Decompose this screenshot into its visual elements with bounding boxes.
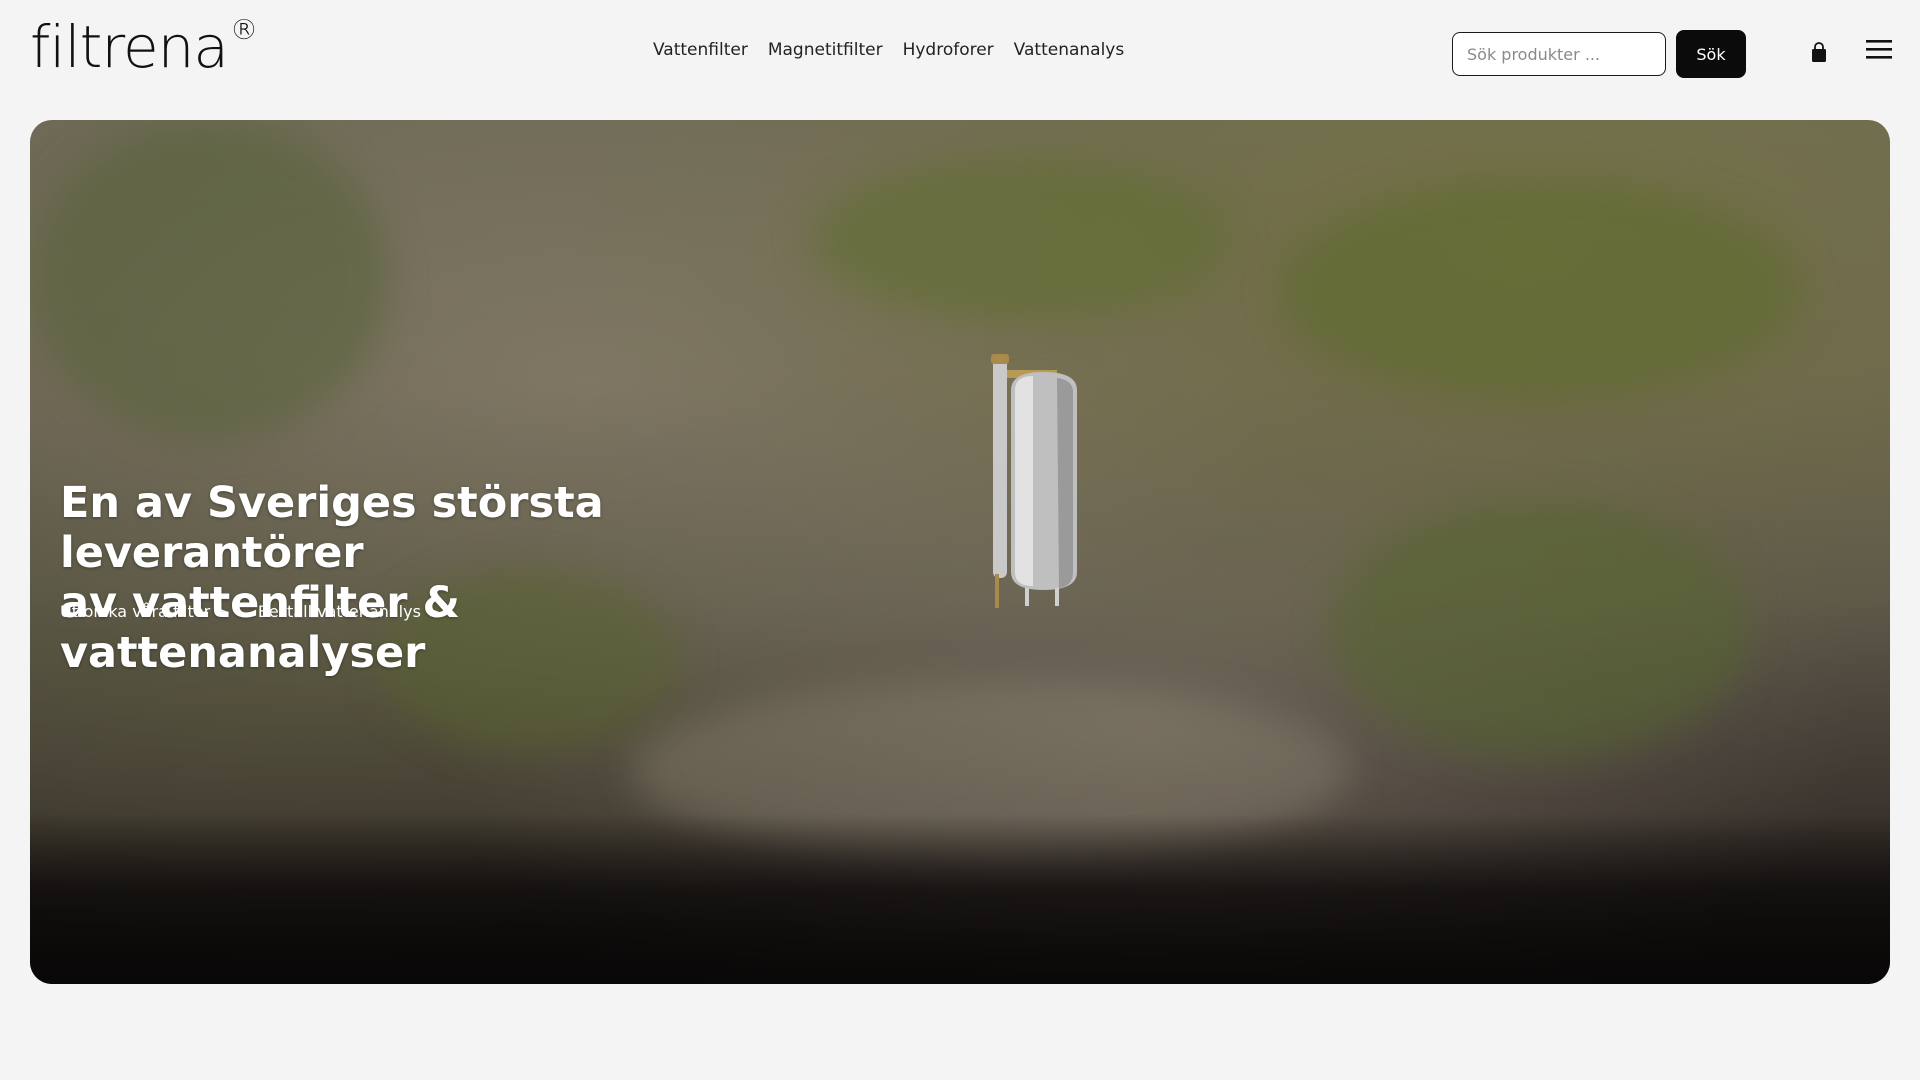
hero-links: Utforska våra filter > Beställ vattenanal… xyxy=(60,602,441,621)
hero-title-line2: av vattenfilter & vattenanalyser xyxy=(60,578,460,678)
order-water-analysis-link[interactable]: Beställ vattenanalys > xyxy=(258,602,441,621)
search-button[interactable]: Sök xyxy=(1676,30,1746,78)
hero-title-line1: En av Sveriges största leverantörer xyxy=(60,478,604,578)
chevron-right-icon: > xyxy=(428,605,441,621)
shopping-bag-icon[interactable] xyxy=(1810,42,1828,64)
nav-item-hydroforer[interactable]: Hydroforer xyxy=(903,40,994,60)
explore-filters-label: Utforska våra filter xyxy=(60,602,211,621)
logo-text: filtrena xyxy=(30,13,229,81)
filtrena-logo[interactable]: filtrena® xyxy=(30,16,258,77)
site-header: filtrena® Vattenfilter Magnetitfilter Hy… xyxy=(0,0,1920,120)
chevron-right-icon: > xyxy=(218,605,230,621)
hero-banner: En av Sveriges största leverantörer av v… xyxy=(30,120,1890,984)
registered-mark: ® xyxy=(229,13,258,46)
search-input[interactable] xyxy=(1452,32,1666,76)
nav-item-vattenanalys[interactable]: Vattenanalys xyxy=(1014,40,1125,60)
search-form: Sök xyxy=(1452,30,1746,78)
nav-item-vattenfilter[interactable]: Vattenfilter xyxy=(653,40,748,60)
nav-item-magnetitfilter[interactable]: Magnetitfilter xyxy=(768,40,883,60)
main-nav: Vattenfilter Magnetitfilter Hydroforer V… xyxy=(653,40,1124,60)
hero-background-texture xyxy=(1330,500,1750,760)
hero-background-texture xyxy=(1280,180,1800,400)
hamburger-menu-icon[interactable] xyxy=(1866,38,1892,60)
filter-tank-image xyxy=(991,354,1077,608)
hero-background-texture xyxy=(810,160,1230,320)
order-water-analysis-label: Beställ vattenanalys xyxy=(257,602,421,621)
hero-background-texture xyxy=(30,120,390,440)
hero-water-shadow xyxy=(30,814,1890,984)
hero-title: En av Sveriges största leverantörer av v… xyxy=(60,478,820,678)
explore-filters-link[interactable]: Utforska våra filter > xyxy=(60,602,230,621)
